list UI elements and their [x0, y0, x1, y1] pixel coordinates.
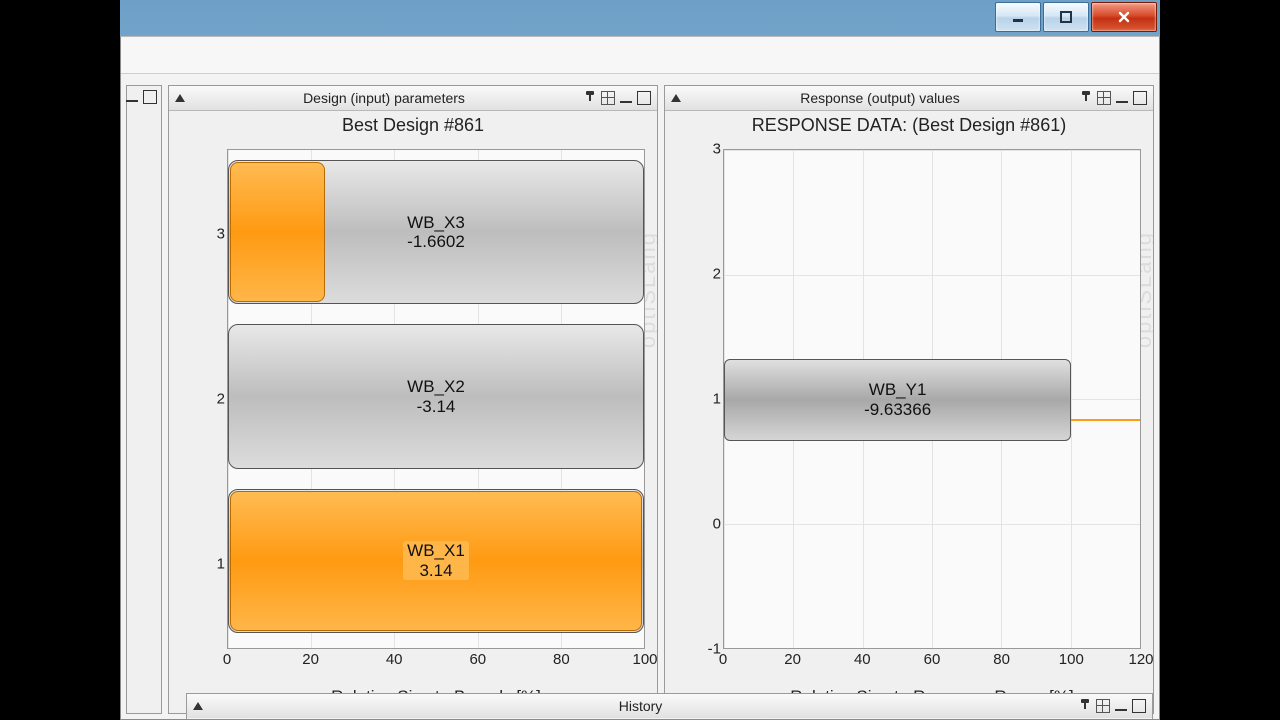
- collapse-icon[interactable]: [175, 94, 185, 102]
- bar-wb-x3[interactable]: WB_X3-1.6602: [228, 160, 644, 304]
- design-parameters-body: Best Design #861 optiSLang Number of Par…: [169, 111, 657, 713]
- pin-icon[interactable]: [1079, 91, 1093, 105]
- bar-wb-x2[interactable]: WB_X2-3.14: [228, 324, 644, 468]
- design-parameters-header[interactable]: Design (input) parameters: [169, 86, 657, 111]
- grid-icon[interactable]: [1097, 91, 1111, 105]
- response-values-header[interactable]: Response (output) values: [665, 86, 1153, 111]
- bar-wb-x3-label: WB_X3-1.6602: [403, 213, 469, 252]
- panel-title: Design (input) parameters: [191, 90, 577, 106]
- panel-title: Response (output) values: [687, 90, 1073, 106]
- collapse-icon[interactable]: [193, 702, 203, 710]
- grid-icon[interactable]: [1096, 699, 1110, 713]
- panel-area: Design (input) parameters Best Design #8…: [126, 85, 1154, 714]
- panel-maximize-icon[interactable]: [637, 91, 651, 105]
- panel-title: History: [209, 698, 1072, 714]
- letterbox-right: [1160, 0, 1280, 720]
- panel-maximize-icon[interactable]: [143, 90, 157, 104]
- bar-wb-x1-label: WB_X13.14: [403, 541, 469, 580]
- panel-minimize-icon[interactable]: [619, 91, 633, 105]
- minimize-button[interactable]: [995, 2, 1041, 32]
- grid-icon[interactable]: [601, 91, 615, 105]
- panel-maximize-icon[interactable]: [1132, 699, 1146, 713]
- letterbox-left: [0, 0, 120, 720]
- y-ticks: 1 2 3: [203, 149, 225, 649]
- maximize-icon: [1059, 10, 1073, 24]
- pin-icon[interactable]: [1078, 699, 1092, 713]
- panel-minimize-icon[interactable]: [1115, 91, 1129, 105]
- response-values-plot[interactable]: WB_Y1-9.63366: [723, 149, 1141, 649]
- response-values-panel: Response (output) values RESPONSE DATA: …: [664, 85, 1154, 714]
- pin-icon[interactable]: [583, 91, 597, 105]
- close-button[interactable]: [1091, 2, 1157, 32]
- close-icon: [1117, 10, 1131, 24]
- design-parameters-plot[interactable]: WB_X3-1.6602 WB_X2-3.14 WB_X13.14: [227, 149, 645, 649]
- history-panel[interactable]: History: [186, 693, 1153, 719]
- x-ticks: 0 20 40 60 80 100 120: [723, 651, 1141, 669]
- minimize-icon: [1011, 10, 1025, 24]
- collapse-icon[interactable]: [671, 94, 681, 102]
- y-ticks: -1 0 1 2 3: [699, 149, 721, 649]
- bar-wb-x2-label: WB_X2-3.14: [403, 377, 469, 416]
- bar-wb-y1[interactable]: WB_Y1-9.63366: [724, 359, 1071, 441]
- x-ticks: 0 20 40 60 80 100: [227, 651, 645, 669]
- panel-maximize-icon[interactable]: [1133, 91, 1147, 105]
- design-parameters-panel: Design (input) parameters Best Design #8…: [168, 85, 658, 714]
- response-values-body: RESPONSE DATA: (Best Design #861) optiSL…: [665, 111, 1153, 713]
- toolbar: [121, 37, 1159, 74]
- panel-minimize-icon[interactable]: [1114, 699, 1128, 713]
- panel-minimize-icon[interactable]: [125, 90, 139, 104]
- collapsed-panel-left[interactable]: [126, 85, 162, 714]
- bar-wb-x1[interactable]: WB_X13.14: [228, 489, 644, 633]
- maximize-button[interactable]: [1043, 2, 1089, 32]
- chart-title: RESPONSE DATA: (Best Design #861): [665, 115, 1153, 136]
- chart-title: Best Design #861: [169, 115, 657, 136]
- bar-wb-y1-label: WB_Y1-9.63366: [864, 380, 931, 419]
- bar-wb-x3-fill: [230, 162, 325, 302]
- window-controls: [993, 2, 1157, 32]
- app-frame: Design (input) parameters Best Design #8…: [120, 36, 1160, 720]
